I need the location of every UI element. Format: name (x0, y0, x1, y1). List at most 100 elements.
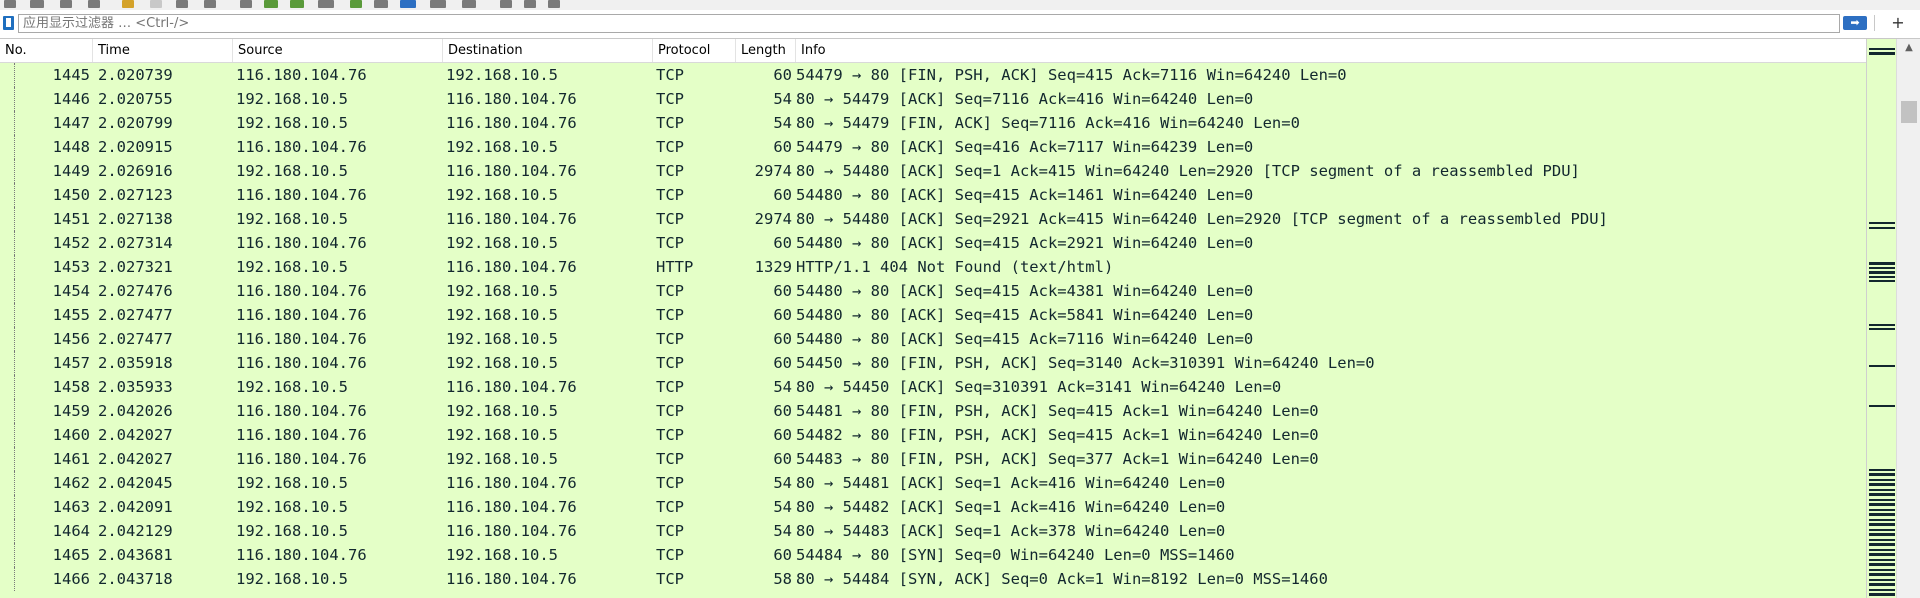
packet-cell-len: 60 (773, 546, 792, 564)
packet-row[interactable]: 1446 2.020755 192.168.10.5 116.180.104.76 TC… (0, 87, 1866, 111)
packet-row[interactable]: 1453 2.027321 192.168.10.5 116.180.104.76 HT… (0, 255, 1866, 279)
packet-cell-info: 80 → 54482 [ACK] Seq=1 Ack=416 Win=64240… (796, 498, 1226, 516)
toolbar-button[interactable] (240, 0, 252, 8)
column-header-no[interactable]: No. (0, 39, 92, 62)
packet-row[interactable]: 1456 2.027477 116.180.104.76 192.168.10.5 TC… (0, 327, 1866, 351)
vertical-scrollbar[interactable]: ▲ (1896, 39, 1920, 598)
packet-row[interactable]: 1445 2.020739 116.180.104.76 192.168.10.5 TC… (0, 63, 1866, 87)
toolbar-button[interactable] (400, 0, 416, 8)
minimap-mark (1869, 553, 1895, 556)
filter-divider (1874, 15, 1875, 31)
minimap-mark (1869, 405, 1895, 407)
packet-cell-len: 2974 (754, 162, 792, 180)
packet-cell-proto: TCP (656, 426, 684, 444)
packet-cell-no: 1450 (52, 186, 90, 204)
apply-filter-arrow-icon[interactable]: ➡ (1843, 16, 1867, 30)
packet-cell-dst: 192.168.10.5 (446, 186, 558, 204)
display-filter-input[interactable] (18, 14, 1840, 33)
packet-cell-info: 80 → 54481 [ACK] Seq=1 Ack=416 Win=64240… (796, 474, 1226, 492)
column-header-length[interactable]: Length (735, 39, 795, 62)
packet-cell-proto: TCP (656, 306, 684, 324)
packet-row[interactable]: 1448 2.020915 116.180.104.76 192.168.10.5 TC… (0, 135, 1866, 159)
packet-row[interactable]: 1458 2.035933 192.168.10.5 116.180.104.76 TC… (0, 375, 1866, 399)
bookmark-icon[interactable] (3, 16, 14, 30)
packet-cell-no: 1452 (52, 234, 90, 252)
column-header-time[interactable]: Time (92, 39, 232, 62)
toolbar-button[interactable] (176, 0, 188, 8)
packet-cell-no: 1445 (52, 66, 90, 84)
minimap-mark (1869, 324, 1895, 326)
toolbar-button[interactable] (60, 0, 72, 8)
toolbar-button[interactable] (30, 0, 44, 8)
toolbar-button[interactable] (500, 0, 512, 8)
minimap-mark (1869, 523, 1895, 526)
toolbar-button[interactable] (122, 0, 134, 8)
toolbar-button[interactable] (374, 0, 388, 8)
packet-cell-info: 54480 → 80 [ACK] Seq=415 Ack=1461 Win=64… (796, 186, 1254, 204)
packet-row[interactable]: 1461 2.042027 116.180.104.76 192.168.10.5 TC… (0, 447, 1866, 471)
packet-row[interactable]: 1454 2.027476 116.180.104.76 192.168.10.5 TC… (0, 279, 1866, 303)
toolbar-button[interactable] (264, 0, 278, 8)
packet-cell-proto: TCP (656, 546, 684, 564)
scroll-up-arrow-icon[interactable]: ▲ (1897, 39, 1920, 57)
packet-cell-dst: 116.180.104.76 (446, 258, 577, 276)
add-filter-button-icon[interactable]: + (1890, 13, 1906, 33)
toolbar-button[interactable] (204, 0, 216, 8)
column-header-destination[interactable]: Destination (442, 39, 652, 62)
packet-list-header: No. Time Source Destination Protocol Len… (0, 39, 1866, 63)
toolbar-button[interactable] (290, 0, 304, 8)
minimap-mark (1869, 549, 1895, 551)
toolbar-button[interactable] (150, 0, 162, 8)
packet-cell-proto: TCP (656, 186, 684, 204)
toolbar-button[interactable] (524, 0, 536, 8)
toolbar-button[interactable] (548, 0, 560, 8)
packet-minimap[interactable] (1866, 39, 1897, 598)
packet-cell-len: 54 (773, 114, 792, 132)
column-header-info[interactable]: Info (795, 39, 1866, 62)
packet-row[interactable]: 1459 2.042026 116.180.104.76 192.168.10.5 TC… (0, 399, 1866, 423)
packet-row[interactable]: 1450 2.027123 116.180.104.76 192.168.10.5 TC… (0, 183, 1866, 207)
packet-row[interactable]: 1465 2.043681 116.180.104.76 192.168.10.5 TC… (0, 543, 1866, 567)
packet-list[interactable]: 1445 2.020739 116.180.104.76 192.168.10.5 TC… (0, 63, 1866, 598)
packet-row[interactable]: 1451 2.027138 192.168.10.5 116.180.104.76 TC… (0, 207, 1866, 231)
packet-cell-src: 116.180.104.76 (236, 186, 367, 204)
packet-cell-time: 2.042129 (98, 522, 173, 540)
packet-row[interactable]: 1449 2.026916 192.168.10.5 116.180.104.76 TC… (0, 159, 1866, 183)
packet-row[interactable]: 1464 2.042129 192.168.10.5 116.180.104.76 TC… (0, 519, 1866, 543)
packet-cell-len: 60 (773, 330, 792, 348)
packet-cell-proto: HTTP (656, 258, 694, 276)
packet-cell-time: 2.027477 (98, 306, 173, 324)
packet-cell-src: 192.168.10.5 (236, 522, 348, 540)
packet-row[interactable]: 1457 2.035918 116.180.104.76 192.168.10.5 TC… (0, 351, 1866, 375)
packet-row[interactable]: 1463 2.042091 192.168.10.5 116.180.104.76 TC… (0, 495, 1866, 519)
column-header-source[interactable]: Source (232, 39, 442, 62)
toolbar-button[interactable] (462, 0, 476, 8)
packet-cell-info: 80 → 54479 [FIN, ACK] Seq=7116 Ack=416 W… (796, 114, 1300, 132)
packet-cell-src: 116.180.104.76 (236, 306, 367, 324)
packet-row[interactable]: 1462 2.042045 192.168.10.5 116.180.104.76 TC… (0, 471, 1866, 495)
minimap-mark (1869, 280, 1895, 282)
packet-cell-src: 116.180.104.76 (236, 330, 367, 348)
toolbar-button[interactable] (350, 0, 362, 8)
toolbar-button[interactable] (318, 0, 334, 8)
packet-row[interactable]: 1455 2.027477 116.180.104.76 192.168.10.5 TC… (0, 303, 1866, 327)
toolbar-button[interactable] (430, 0, 446, 8)
packet-cell-proto: TCP (656, 330, 684, 348)
toolbar-button[interactable] (88, 0, 100, 8)
packet-cell-len: 1329 (754, 258, 792, 276)
minimap-mark (1869, 533, 1895, 536)
packet-cell-no: 1461 (52, 450, 90, 468)
packet-row[interactable]: 1466 2.043718 192.168.10.5 116.180.104.76 TC… (0, 567, 1866, 591)
column-header-protocol[interactable]: Protocol (652, 39, 735, 62)
packet-cell-no: 1456 (52, 330, 90, 348)
scrollbar-thumb[interactable] (1901, 101, 1917, 123)
packet-cell-len: 60 (773, 354, 792, 372)
packet-row[interactable]: 1447 2.020799 192.168.10.5 116.180.104.76 TC… (0, 111, 1866, 135)
packet-row[interactable]: 1460 2.042027 116.180.104.76 192.168.10.5 TC… (0, 423, 1866, 447)
packet-cell-proto: TCP (656, 138, 684, 156)
packet-cell-dst: 192.168.10.5 (446, 354, 558, 372)
packet-cell-no: 1449 (52, 162, 90, 180)
packet-cell-proto: TCP (656, 522, 684, 540)
packet-row[interactable]: 1452 2.027314 116.180.104.76 192.168.10.5 TC… (0, 231, 1866, 255)
toolbar-button[interactable] (4, 0, 16, 8)
